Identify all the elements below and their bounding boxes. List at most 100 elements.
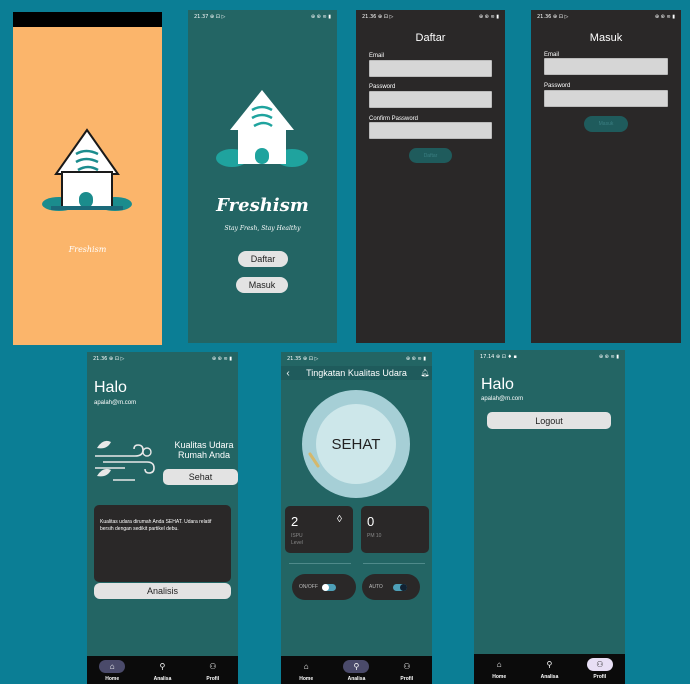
nav-analisa-label: Analisa [347,676,366,682]
email-field[interactable] [544,58,668,75]
masuk-button[interactable]: Masuk [236,277,288,293]
droplet-icon: ◊ [337,514,342,525]
nav-home[interactable]: ⌂ Home [92,660,132,682]
status-right-icons: ⊕ ⊛ ≋ ▮ [310,14,331,20]
auto-toggle-card[interactable]: AUTO [362,574,420,600]
auto-switch[interactable] [392,583,407,591]
user-email: apalah@m.com [481,396,524,402]
search-icon: ⚲ [343,660,370,673]
gauge-label: SEHAT [331,435,381,453]
house-logo-icon [42,128,132,211]
status-icons: ⊕ ⊡ ▷ [209,14,226,20]
analisis-button[interactable]: Analisis [94,583,231,599]
status-time: 21.36 [93,356,108,362]
nav-profil-label: Profil [400,676,414,682]
status-right-icons: ⊕ ⊛ ≋ ▮ [478,14,499,20]
nav-profil[interactable]: ⚇ Profil [387,660,427,682]
status-time: 21.36 [537,14,552,20]
status-bar: 21.36 ⊕ ⊡ ▷ ⊕ ⊛ ≋ ▮ [356,10,505,24]
nav-profil[interactable]: ⚇ Profil [580,658,620,680]
login-title: Masuk [589,32,623,44]
status-time: 21.37 [194,14,209,20]
status-sehat-button[interactable]: Sehat [163,469,238,485]
status-time: 21.36 [362,14,377,20]
splash-screen: Freshism [13,12,162,345]
nav-home-label: Home [299,676,314,682]
wind-icon [95,440,155,481]
onoff-label: ON/OFF [299,584,318,590]
bottom-nav: ⌂ Home ⚲ Analisa ⚇ Profil [281,656,432,684]
nav-analisa[interactable]: ⚲ Analisa [336,660,376,682]
person-icon: ⚇ [586,658,613,671]
onoff-toggle-card[interactable]: ON/OFF [292,574,356,600]
description-text: Kualitas udara dirumah Anda SEHAT. Udara… [100,519,212,532]
nav-profil[interactable]: ⚇ Profil [193,660,233,682]
divider-left [289,563,351,564]
daftar-submit-button[interactable]: Daftar [409,148,452,163]
analisa-screen: 21.35 ⊕ ⊡ ▷ ⊕ ⊛ ≋ ▮ ‹ Tingkatan Kualitas… [281,352,432,684]
search-icon: ⚲ [546,660,553,669]
ispu-label: ISPU [291,533,303,539]
bell-icon[interactable]: 🔔︎ [418,369,432,377]
person-icon: ⚇ [403,662,411,671]
status-bar: 21.35 ⊕ ⊡ ▷ ⊕ ⊛ ≋ ▮ [281,352,432,366]
password-field[interactable] [544,90,668,107]
status-bar: 21.36 ⊕ ⊡ ▷ ⊕ ⊛ ≋ ▮ [531,10,681,24]
welcome-screen: 21.37 ⊕ ⊡ ▷ ⊕ ⊛ ≋ ▮ Freshism Stay Fresh,… [188,10,337,343]
nav-analisa-label: Analisa [540,674,559,680]
home-icon: ⌂ [303,662,309,671]
ispu-value: 2 [291,514,299,529]
gauge-inner: SEHAT [316,404,396,484]
nav-analisa-label: Analisa [153,676,172,682]
greeting: Halo [94,379,127,396]
greeting: Halo [481,376,514,393]
auto-label: AUTO [369,584,383,590]
confirm-password-field[interactable] [369,122,492,139]
status-icons: ⊕ ⊡ ▷ [377,14,394,20]
status-bar: 21.36 ⊕ ⊡ ▷ ⊕ ⊛ ≋ ▮ [87,352,238,366]
nav-home[interactable]: ⌂ Home [479,658,519,680]
password-field[interactable] [369,91,492,108]
nav-analisa[interactable]: ⚲ Analisa [142,660,182,682]
home-icon: ⌂ [496,660,502,669]
person-icon: ⚇ [209,662,217,671]
home-screen: 21.36 ⊕ ⊡ ▷ ⊕ ⊛ ≋ ▮ Halo apalah@m.com Ku… [87,352,238,684]
daftar-button[interactable]: Daftar [238,251,288,267]
home-icon: ⌂ [99,660,126,673]
email-field[interactable] [369,60,492,77]
register-screen: 21.36 ⊕ ⊡ ▷ ⊕ ⊛ ≋ ▮ Daftar Email Passwor… [356,10,505,343]
ispu-level-label: Level [291,540,303,546]
status-icons: ⊕ ⊡ ▷ [108,356,125,362]
nav-profil-label: Profil [593,674,607,680]
splash-brand: Freshism [68,245,107,254]
nav-home-label: Home [492,674,507,680]
logout-button[interactable]: Logout [487,412,611,429]
user-email: apalah@m.com [94,400,137,406]
nav-home[interactable]: ⌂ Home [286,660,326,682]
nav-profil-label: Profil [206,676,220,682]
gauge-pointer-icon [308,452,320,468]
welcome-brand: Freshism [216,195,309,216]
nav-home-label: Home [105,676,120,682]
email-label: Email [369,53,385,59]
ispu-card: 2 ◊ ISPU Level [285,506,353,553]
login-screen: 21.36 ⊕ ⊡ ▷ ⊕ ⊛ ≋ ▮ Masuk Email Password… [531,10,681,343]
status-right-icons: ⊕ ⊛ ≋ ▮ [654,14,675,20]
divider-right [363,563,425,564]
nav-analisa[interactable]: ⚲ Analisa [529,658,569,680]
app-bar-title: Tingkatan Kualitas Udara [306,368,407,378]
pm10-value: 0 [367,514,375,529]
masuk-submit-button[interactable]: Masuk [584,116,628,132]
status-time: 17.14 [480,354,495,360]
bottom-nav: ⌂ Home ⚲ Analisa ⚇ Profil [87,656,238,684]
welcome-tagline: Stay Fresh, Stay Healthy [224,225,301,232]
status-right-icons: ⊕ ⊛ ≋ ▮ [598,354,619,360]
profil-screen: 17.14 ⊕ ⊡ ♦ ▪ ⊕ ⊛ ≋ ▮ Halo apalah@m.com … [474,350,625,684]
pm10-label: PM 10 [367,533,382,539]
back-arrow-icon[interactable]: ‹ [281,368,295,379]
description-card: Kualitas udara dirumah Anda SEHAT. Udara… [94,505,231,582]
status-icons: ⊕ ⊡ ♦ ▪ [495,354,517,360]
status-icons: ⊕ ⊡ ▷ [302,356,319,362]
app-bar: ‹ Tingkatan Kualitas Udara 🔔︎ [281,366,432,380]
onoff-switch[interactable] [321,583,336,591]
